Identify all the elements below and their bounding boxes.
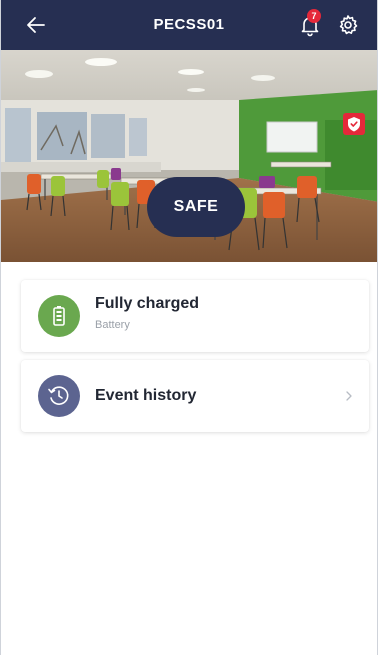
- battery-status-card: Fully charged Battery: [21, 280, 369, 352]
- event-history-label: Event history: [95, 387, 197, 404]
- battery-icon: [53, 306, 65, 326]
- settings-button[interactable]: [335, 12, 361, 38]
- camera-snapshot[interactable]: SAFE: [1, 50, 377, 262]
- gear-icon: [339, 15, 358, 35]
- battery-caption: Battery: [95, 319, 130, 331]
- battery-status-label: Fully charged: [95, 295, 200, 312]
- battery-icon-circle: [38, 295, 80, 337]
- event-history-item[interactable]: Event history: [21, 360, 369, 432]
- top-app-bar: PECSS01 7: [1, 0, 377, 50]
- system-status-pill[interactable]: SAFE: [147, 177, 245, 237]
- notification-count-badge: 7: [307, 9, 321, 23]
- history-clock-icon: [48, 386, 69, 405]
- chevron-right-icon: [346, 391, 352, 401]
- history-icon-circle: [38, 375, 80, 417]
- app-screen: PECSS01 7 SAFE Fully charged Battery Eve…: [0, 0, 378, 655]
- shield-button[interactable]: [343, 113, 365, 135]
- shield-check-icon: [348, 117, 360, 132]
